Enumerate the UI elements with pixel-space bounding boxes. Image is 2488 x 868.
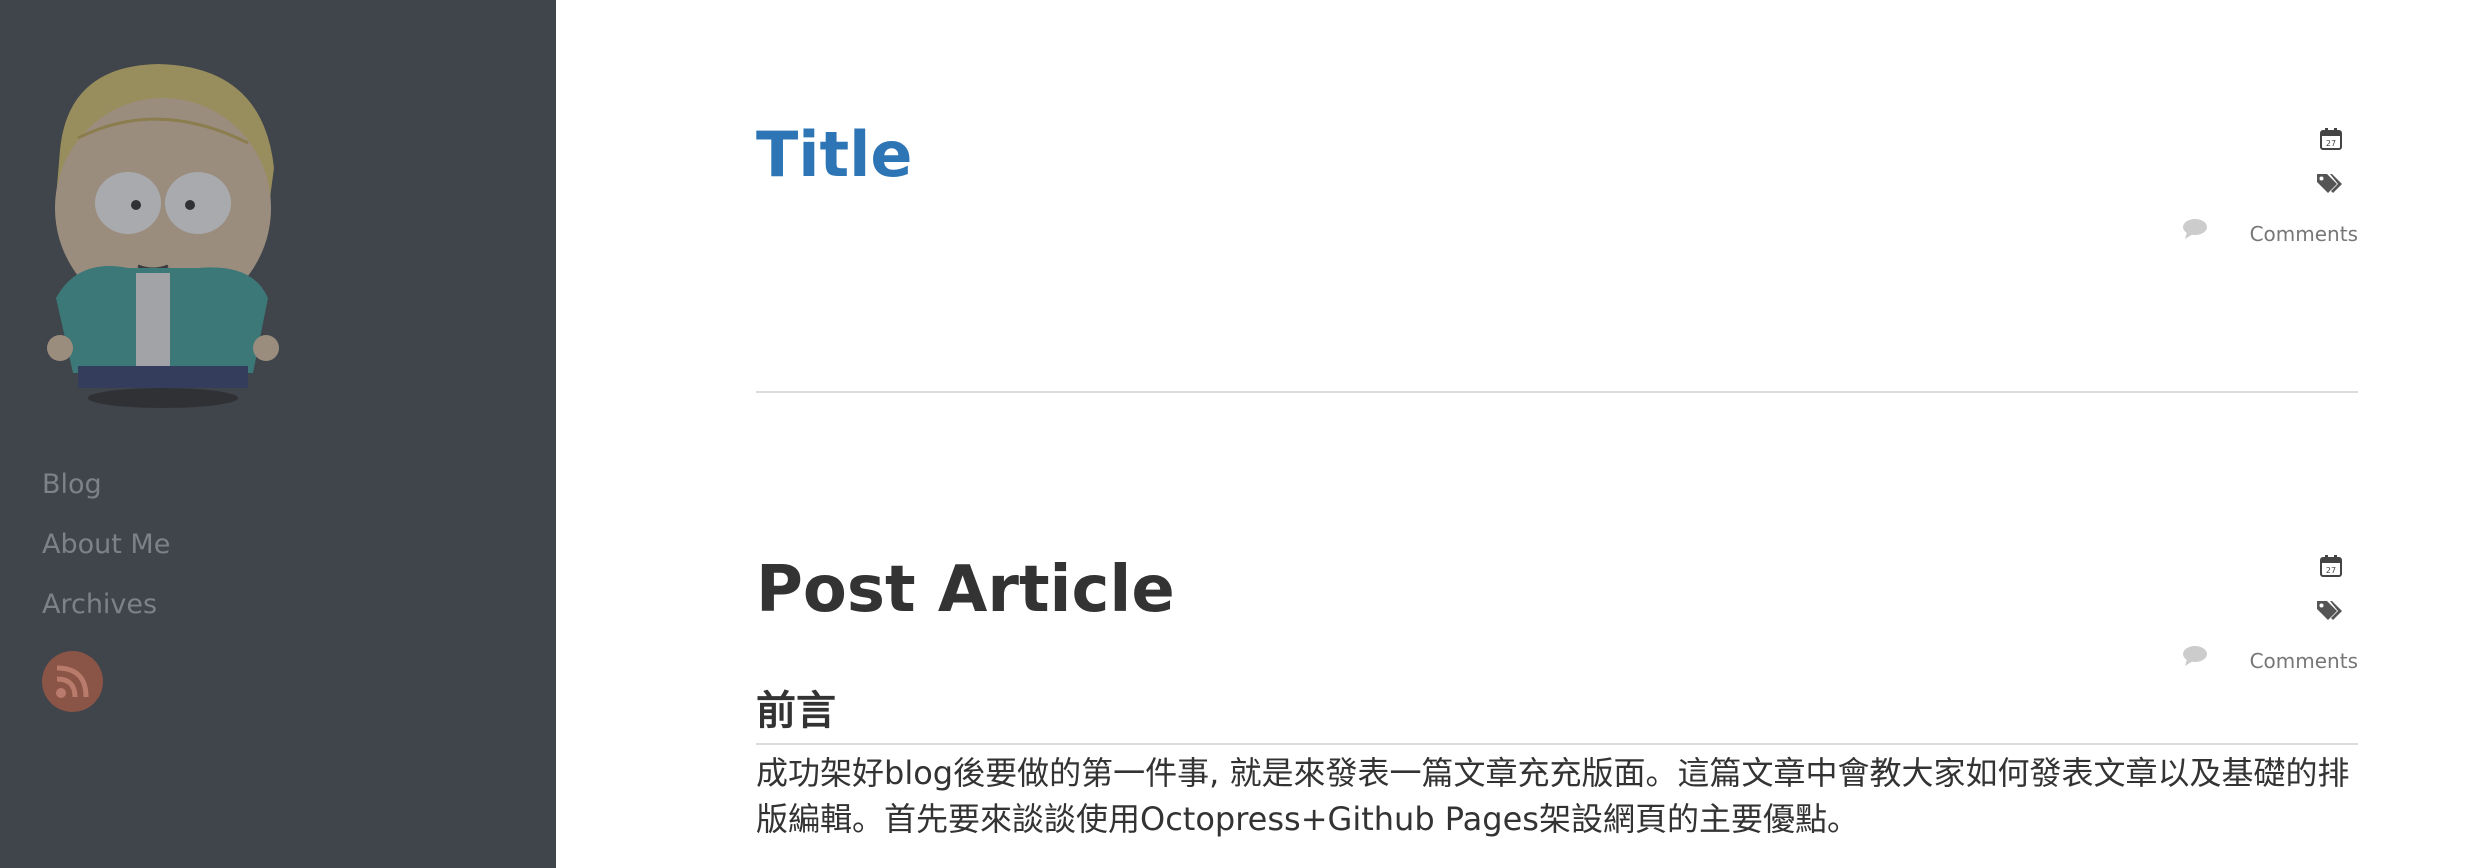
- post-title-entry: Title 27 Comments: [756, 112, 2358, 312]
- comment-icon: [2182, 218, 2208, 244]
- calendar-icon: 27: [2320, 128, 2342, 154]
- sidebar: Blog About Me Archives: [0, 0, 556, 868]
- comments-link[interactable]: Comments: [2250, 649, 2358, 673]
- post-meta: 27 Comments: [2158, 555, 2358, 687]
- post-title: Post Article: [756, 553, 1175, 627]
- svg-text:27: 27: [2326, 566, 2336, 575]
- rss-button[interactable]: [42, 651, 103, 712]
- tags-icon[interactable]: [2316, 172, 2342, 198]
- nav-item-about-me[interactable]: About Me: [42, 515, 170, 575]
- sidebar-nav: Blog About Me Archives: [42, 455, 170, 635]
- avatar[interactable]: [38, 58, 288, 410]
- post-article-entry: Post Article 27 Comments 前言 成功架好blog後要做的…: [756, 545, 2358, 838]
- tags-icon[interactable]: [2316, 599, 2342, 625]
- post-body-paragraph: 成功架好blog後要做的第一件事, 就是來發表一篇文章充充版面。這篇文章中會教大…: [756, 754, 2350, 838]
- nav-item-archives[interactable]: Archives: [42, 575, 170, 635]
- comments-link[interactable]: Comments: [2250, 222, 2358, 246]
- post-meta: 27 Comments: [2158, 128, 2358, 260]
- nav-item-blog[interactable]: Blog: [42, 455, 170, 515]
- svg-text:27: 27: [2326, 139, 2336, 148]
- calendar-icon: 27: [2320, 555, 2342, 581]
- post-divider: [756, 391, 2358, 393]
- post-title-link[interactable]: Title: [756, 112, 2358, 198]
- comment-icon: [2182, 645, 2208, 671]
- section-heading: 前言: [756, 681, 2358, 745]
